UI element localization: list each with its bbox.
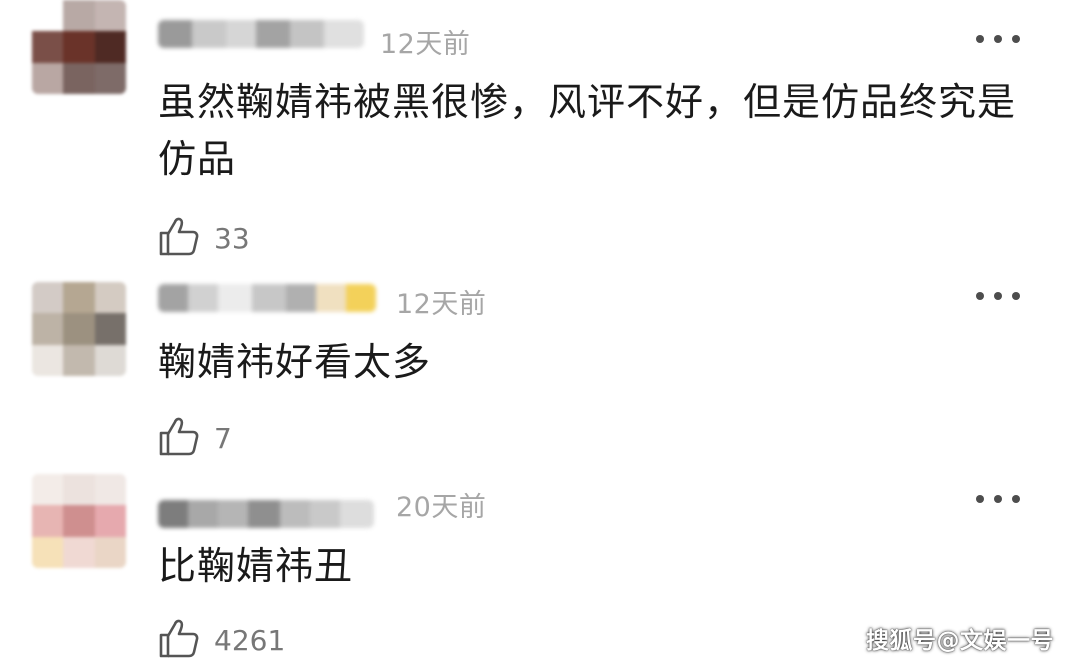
thumbs-up-icon (159, 619, 199, 658)
like-button[interactable]: 4261 (158, 616, 285, 660)
watermark: 搜狐号@文娱一号 (866, 628, 1054, 654)
avatar[interactable] (32, 0, 126, 94)
comment-text: 虽然鞠婧祎被黑很惨，风评不好，但是仿品终究是仿品 (158, 80, 1017, 181)
thumbs-up-icon (159, 217, 199, 256)
more-dots-icon[interactable] (976, 291, 1020, 301)
like-button[interactable]: 7 (158, 414, 232, 458)
comment-text: 鞠婧祎好看太多 (158, 340, 432, 384)
comment-text: 比鞠婧祎丑 (158, 544, 354, 588)
more-dots-icon[interactable] (976, 34, 1020, 44)
username-blurred[interactable] (158, 500, 374, 528)
thumbs-up-icon (159, 417, 199, 456)
comment-time: 20天前 (396, 492, 487, 523)
more-dots-icon[interactable] (976, 494, 1020, 504)
like-count: 7 (214, 421, 232, 455)
username-blurred[interactable] (158, 284, 376, 312)
like-count: 33 (214, 221, 250, 255)
like-count: 4261 (214, 623, 286, 657)
avatar[interactable] (32, 474, 126, 568)
avatar[interactable] (32, 282, 126, 376)
comment-time: 12天前 (396, 289, 487, 320)
username-blurred[interactable] (158, 20, 364, 48)
comment-time: 12天前 (380, 29, 471, 60)
comment-list: 12天前 虽然鞠婧祎被黑很惨，风评不好，但是仿品终究是仿品 33 12天前 鞠婧… (0, 0, 1080, 665)
like-button[interactable]: 33 (158, 214, 250, 258)
